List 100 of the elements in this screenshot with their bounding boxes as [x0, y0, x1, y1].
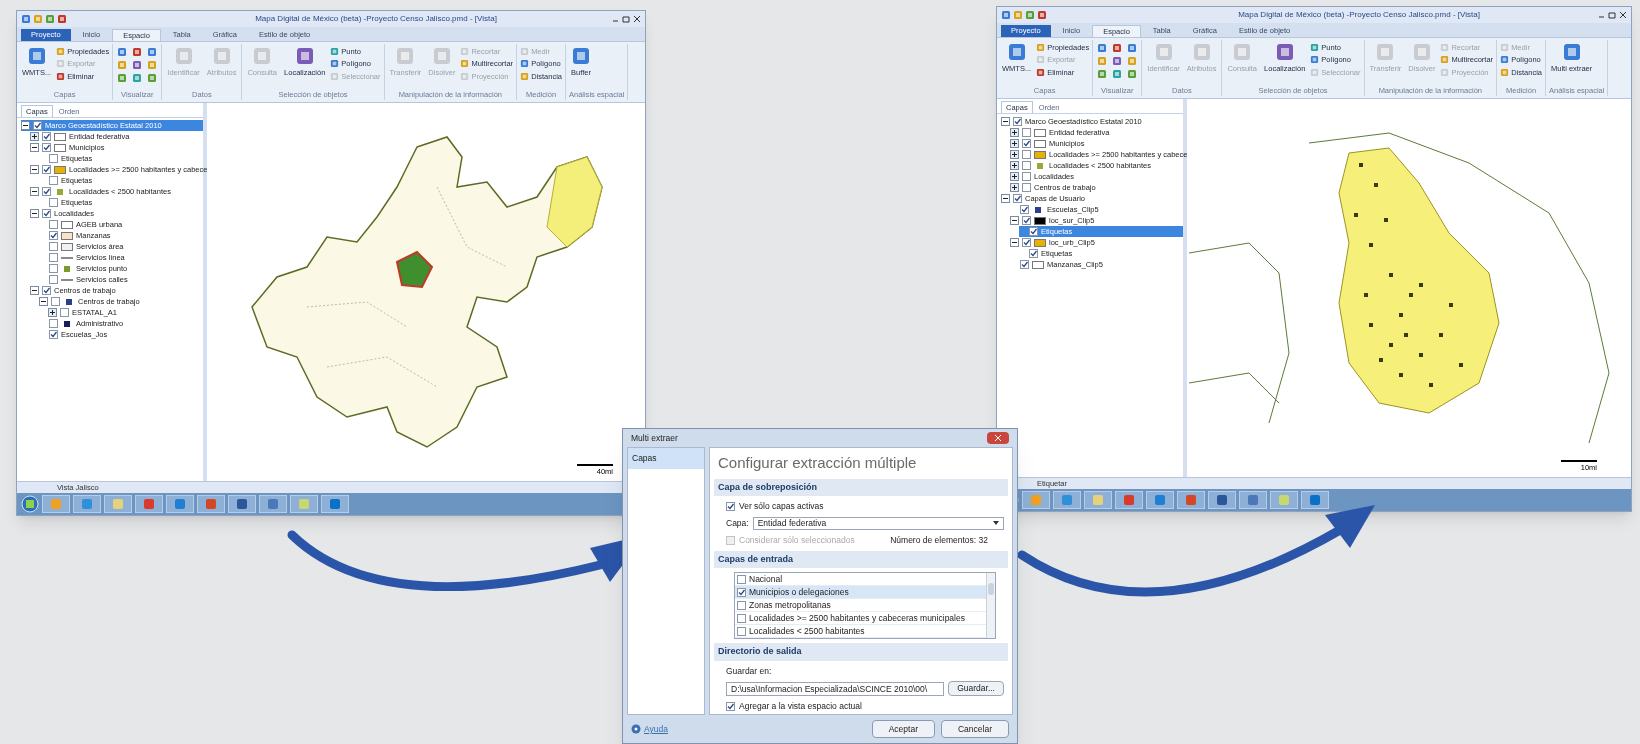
taskbar-button[interactable]	[1146, 491, 1174, 509]
path-field[interactable]: D:\usa\Informacion Especializada\SCINCE 2010\00\	[726, 681, 945, 696]
expand-icon[interactable]	[1010, 161, 1019, 171]
checkbox[interactable]	[42, 286, 51, 296]
toolbar-button[interactable]	[1111, 68, 1124, 80]
checkbox[interactable]	[737, 626, 746, 636]
checkbox[interactable]	[1022, 172, 1031, 182]
checkbox[interactable]	[1013, 194, 1022, 204]
checkbox[interactable]	[42, 187, 51, 197]
checkbox[interactable]	[49, 231, 58, 241]
checkbox[interactable]	[51, 297, 60, 307]
collapse-icon[interactable]	[39, 297, 48, 307]
toolbar-button[interactable]	[1111, 42, 1124, 54]
toolbar-button[interactable]	[1126, 55, 1139, 67]
toolbar-button[interactable]	[116, 46, 129, 58]
taskbar-button[interactable]	[197, 495, 225, 513]
checkbox[interactable]	[42, 165, 51, 175]
checkbox[interactable]	[1022, 150, 1031, 160]
toolbar-button[interactable]	[1096, 55, 1109, 67]
layer-dropdown[interactable]: Entidad federativa	[752, 516, 1004, 530]
taskbar-button[interactable]	[166, 495, 194, 513]
collapse-icon[interactable]	[30, 187, 39, 197]
close-button[interactable]	[987, 432, 1009, 444]
expand-icon[interactable]	[1010, 150, 1019, 160]
save-location-button[interactable]: Guardar...	[948, 681, 1004, 697]
checkbox[interactable]	[1022, 183, 1031, 193]
collapse-icon[interactable]	[21, 121, 30, 131]
collapse-icon[interactable]	[1010, 238, 1019, 248]
collapse-icon[interactable]	[30, 286, 39, 296]
toolbar-button[interactable]	[146, 59, 159, 71]
checkbox[interactable]	[726, 702, 735, 712]
window-controls-icon[interactable]	[1597, 11, 1627, 19]
checkbox[interactable]	[737, 600, 746, 610]
list-item[interactable]: Localidades >= 2500 habitantes y cabeceras municipales	[735, 612, 986, 625]
toolbar-button[interactable]	[1126, 68, 1139, 80]
expand-icon[interactable]	[48, 308, 57, 318]
list-item[interactable]: Localidades < 2500 habitantes	[735, 625, 986, 638]
checkbox[interactable]	[49, 319, 58, 329]
collapse-icon[interactable]	[1010, 216, 1019, 226]
checkbox[interactable]	[49, 220, 58, 230]
toolbar-button[interactable]	[1126, 42, 1139, 54]
checkbox[interactable]	[1029, 249, 1038, 259]
collapse-icon[interactable]	[30, 165, 39, 175]
checkbox[interactable]	[49, 253, 58, 263]
checkbox[interactable]	[1029, 227, 1038, 237]
expand-icon[interactable]	[30, 132, 39, 142]
toolbar-button[interactable]	[146, 46, 159, 58]
checkbox[interactable]	[1020, 205, 1029, 215]
scrollbar[interactable]	[986, 573, 995, 638]
expand-icon[interactable]	[1010, 183, 1019, 193]
toolbar-button[interactable]	[1096, 42, 1109, 54]
checkbox[interactable]	[1022, 128, 1031, 138]
help-link[interactable]: Ayuda	[644, 722, 668, 736]
toolbar-button[interactable]	[131, 46, 144, 58]
nav-item[interactable]: Capas	[628, 448, 704, 469]
taskbar-button[interactable]	[135, 495, 163, 513]
checkbox[interactable]	[49, 176, 58, 186]
checkbox[interactable]	[42, 143, 51, 153]
checkbox[interactable]	[49, 154, 58, 164]
window-controls-icon[interactable]	[611, 15, 641, 23]
checkbox[interactable]	[1013, 117, 1022, 127]
expand-icon[interactable]	[1010, 139, 1019, 149]
checkbox[interactable]	[1022, 216, 1031, 226]
checkbox[interactable]	[49, 330, 58, 340]
toolbar-button[interactable]	[1096, 68, 1109, 80]
checkbox[interactable]	[49, 264, 58, 274]
checkbox[interactable]	[737, 574, 746, 584]
taskbar-button[interactable]	[259, 495, 287, 513]
toolbar-button[interactable]	[131, 59, 144, 71]
collapse-icon[interactable]	[30, 143, 39, 153]
cancel-button[interactable]: Cancelar	[940, 720, 1009, 738]
taskbar-button[interactable]	[1239, 491, 1267, 509]
taskbar-button[interactable]	[73, 495, 101, 513]
checkbox[interactable]	[737, 613, 746, 623]
expand-icon[interactable]	[1010, 128, 1019, 138]
taskbar-button[interactable]	[1115, 491, 1143, 509]
toolbar-button[interactable]	[1111, 55, 1124, 67]
taskbar-button[interactable]	[1053, 491, 1081, 509]
taskbar-button[interactable]	[1177, 491, 1205, 509]
checkbox[interactable]	[726, 501, 735, 511]
checkbox[interactable]	[1020, 260, 1029, 270]
checkbox[interactable]	[1022, 161, 1031, 171]
collapse-icon[interactable]	[1001, 117, 1010, 127]
checkbox[interactable]	[737, 587, 746, 597]
checkbox[interactable]	[49, 242, 58, 252]
start-button[interactable]	[21, 495, 39, 513]
checkbox[interactable]	[1022, 139, 1031, 149]
taskbar-button[interactable]	[228, 495, 256, 513]
checkbox[interactable]	[49, 275, 58, 285]
checkbox[interactable]	[60, 308, 69, 318]
toolbar-button[interactable]	[116, 72, 129, 84]
checkbox[interactable]	[33, 121, 42, 131]
accept-button[interactable]: Aceptar	[871, 720, 935, 738]
taskbar-button[interactable]	[1301, 491, 1329, 509]
collapse-icon[interactable]	[1001, 194, 1010, 204]
taskbar-button[interactable]	[1208, 491, 1236, 509]
checkbox[interactable]	[49, 198, 58, 208]
checkbox[interactable]	[42, 132, 51, 142]
list-item[interactable]: Municipios o delegaciones	[735, 586, 986, 599]
list-item[interactable]: Zonas metropolitanas	[735, 599, 986, 612]
